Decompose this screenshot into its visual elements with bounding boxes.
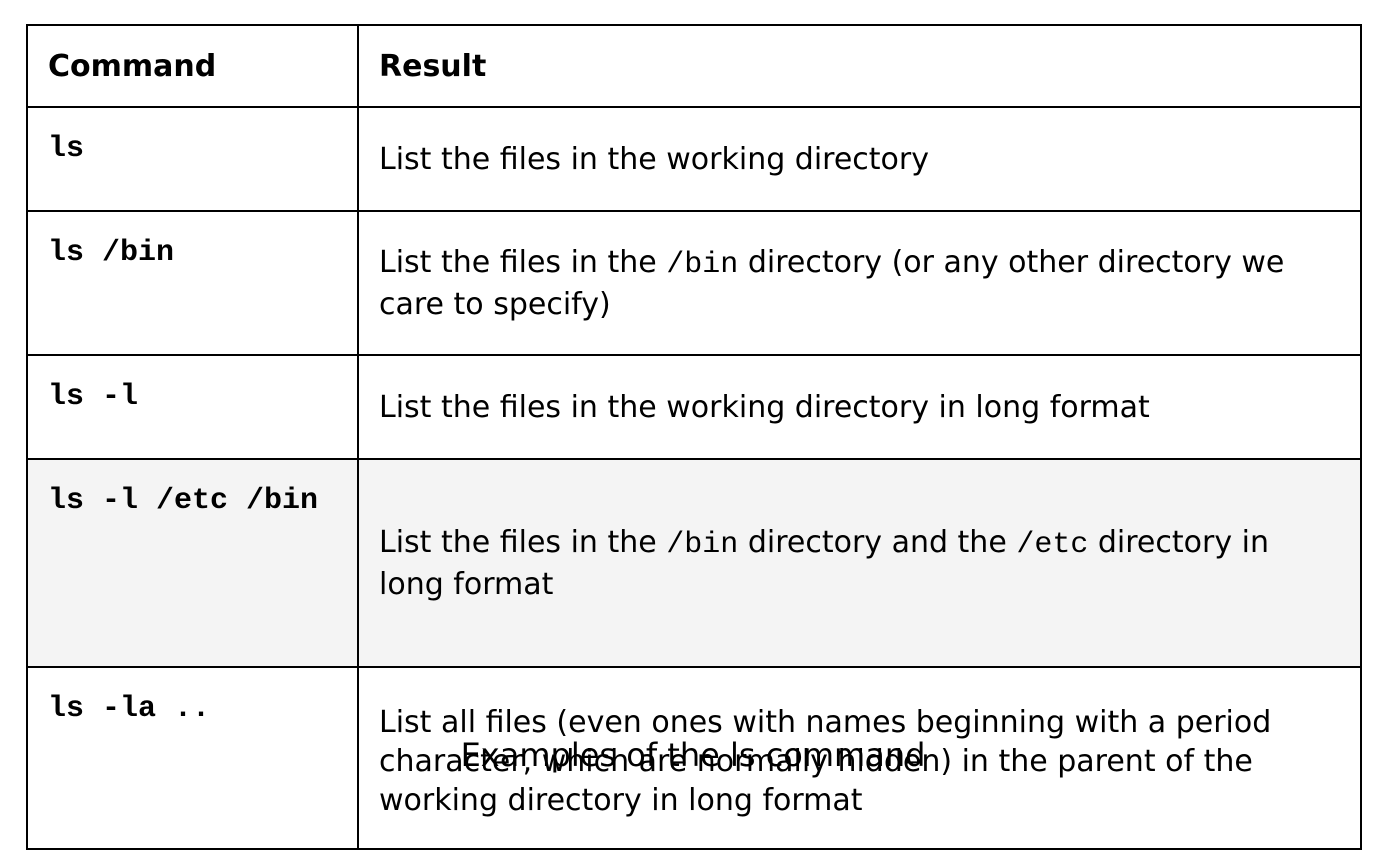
table-row-highlighted: ls -l /etc /bin List the files in the /b… <box>26 458 1362 668</box>
header-result: Result <box>357 24 1362 108</box>
inline-code-path: /bin <box>666 527 739 562</box>
inline-code-path: /bin <box>666 247 739 282</box>
ls-examples-table: Command Result ls List the files in the … <box>26 24 1362 850</box>
command-cell: ls -l /etc /bin <box>26 458 359 668</box>
result-cell: List the files in the /bin directory (or… <box>357 210 1362 356</box>
result-text: List the files in the <box>379 244 667 280</box>
table-row: ls List the files in the working directo… <box>26 106 1362 212</box>
result-cell: List the files in the working directory <box>357 106 1362 212</box>
command-cell: ls -l <box>26 354 359 460</box>
result-text: List the files in the <box>379 524 667 560</box>
command-cell: ls /bin <box>26 210 359 356</box>
inline-code-path: /etc <box>1016 527 1089 562</box>
result-cell: List the files in the working directory … <box>357 354 1362 460</box>
table-header-row: Command Result <box>26 24 1362 108</box>
ls-examples-table-container: Command Result ls List the files in the … <box>26 24 1362 850</box>
command-cell: ls <box>26 106 359 212</box>
result-cell: List the files in the /bin directory and… <box>357 458 1362 668</box>
table-caption: Examples of the ls command <box>460 736 926 774</box>
header-command: Command <box>26 24 359 108</box>
table-row: ls -l List the files in the working dire… <box>26 354 1362 460</box>
result-text: directory and the <box>738 524 1017 560</box>
table-row: ls /bin List the files in the /bin direc… <box>26 210 1362 356</box>
